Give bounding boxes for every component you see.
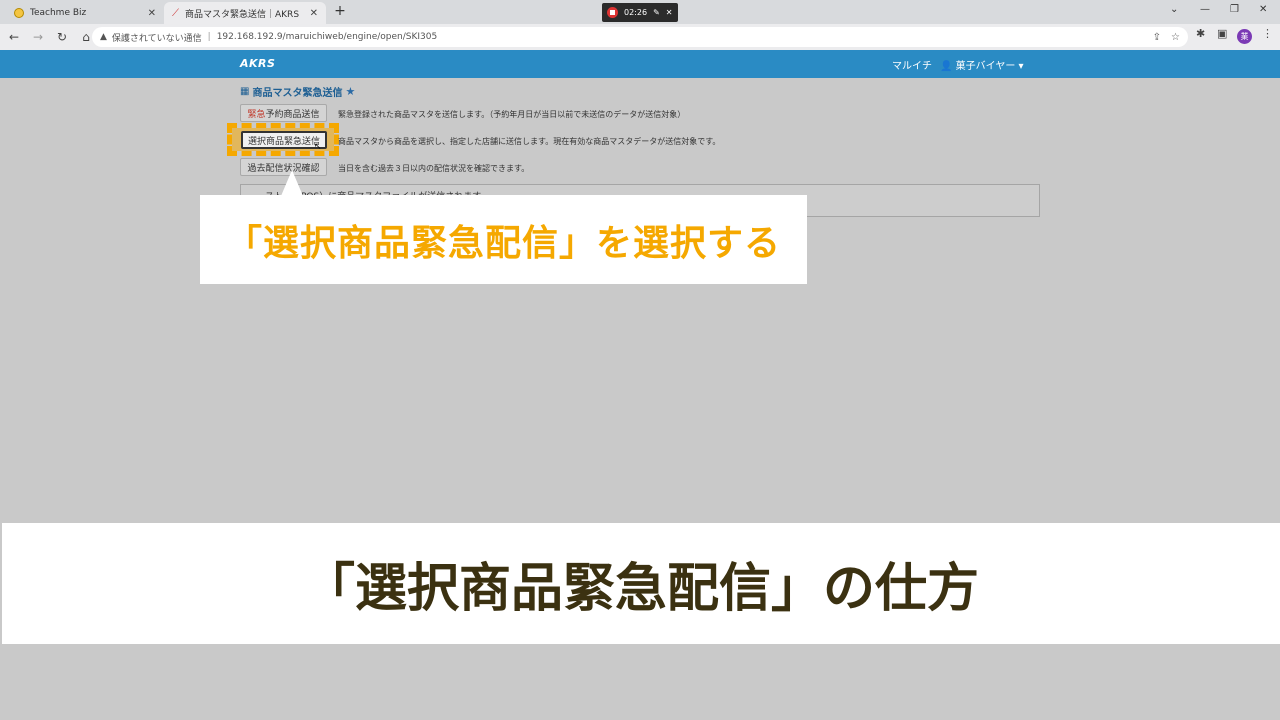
- url-text: 192.168.192.9/maruichiweb/engine/open/SK…: [216, 32, 438, 42]
- instruction-callout: 「選択商品緊急配信」を選択する: [200, 195, 807, 284]
- past-delivery-status-description: 当日を含む過去３日以内の配信状況を確認できます。: [338, 164, 530, 173]
- restore-icon[interactable]: ❐: [1230, 4, 1239, 15]
- favorite-star-icon[interactable]: ★: [345, 85, 355, 98]
- mouse-cursor-icon: ↖: [314, 142, 322, 152]
- new-tab-plus-icon[interactable]: +: [332, 4, 348, 20]
- teachme-favicon-icon: [14, 8, 24, 18]
- browser-toolbar: ← → ↻ ⌂ ▲ 保護されていない通信 | 192.168.192.9/mar…: [0, 24, 1280, 50]
- menu-kebab-icon[interactable]: ⋮: [1262, 27, 1273, 40]
- user-icon: 👤: [940, 61, 953, 72]
- close-icon[interactable]: ✕: [148, 8, 156, 19]
- app-header: AKRS マルイチ 👤 菓子バイヤー ▾: [0, 50, 1280, 78]
- user-name: 菓子バイヤー: [955, 61, 1016, 72]
- caption-text: 「選択商品緊急配信」の仕方: [302, 559, 979, 619]
- button-label: 予約商品送信: [265, 109, 320, 120]
- stop-record-icon[interactable]: [607, 7, 618, 18]
- close-icon[interactable]: ✕: [666, 8, 673, 17]
- selected-item-urgent-send-description: 商品マスタから商品を選択し、指定した店舗に送信します。現在有効な商品マスタデータ…: [338, 137, 721, 146]
- back-arrow-icon[interactable]: ←: [4, 30, 24, 44]
- urgent-reserved-send-button[interactable]: 緊急 予約商品送信: [240, 104, 327, 122]
- security-label: 保護されていない通信: [111, 33, 202, 44]
- urgent-reserved-send-description: 緊急登録された商品マスタを送信します。（予約年月日が当日以前で未送信のデータが送…: [338, 110, 686, 119]
- button-label-prefix: 緊急: [247, 109, 266, 120]
- tab-title: 商品マスタ緊急送信｜AKRS: [185, 9, 300, 20]
- close-icon[interactable]: ✕: [310, 8, 318, 19]
- recording-indicator: 02:26 ✎ ✕: [602, 3, 678, 22]
- user-dropdown[interactable]: 👤 菓子バイヤー ▾: [940, 57, 1024, 72]
- warning-icon[interactable]: ▲: [100, 32, 107, 42]
- profile-avatar[interactable]: 業: [1237, 29, 1252, 44]
- caret-down-icon: ▾: [1018, 61, 1024, 72]
- forward-arrow-icon[interactable]: →: [28, 30, 48, 44]
- page-title: ▦ 商品マスタ緊急送信 ★: [240, 84, 355, 99]
- bookmark-star-icon[interactable]: ☆: [1171, 32, 1180, 43]
- browser-tab-akrs[interactable]: ⟋ 商品マスタ緊急送信｜AKRS ✕: [164, 2, 326, 24]
- side-panel-icon[interactable]: ▣: [1217, 27, 1227, 40]
- reload-icon[interactable]: ↻: [52, 30, 72, 44]
- tutorial-caption: 「選択商品緊急配信」の仕方: [2, 523, 1280, 644]
- button-label: 商品緊急送信: [266, 136, 321, 147]
- page-title-text: 商品マスタ緊急送信: [252, 88, 343, 99]
- close-window-icon[interactable]: ✕: [1259, 4, 1267, 15]
- minimize-icon[interactable]: —: [1200, 4, 1210, 15]
- browser-tabstrip: Teachme Biz ✕ ⟋ 商品マスタ緊急送信｜AKRS ✕ + 02:26…: [0, 0, 1280, 24]
- chevron-down-icon[interactable]: ⌄: [1170, 4, 1178, 15]
- address-bar[interactable]: ▲ 保護されていない通信 | 192.168.192.9/maruichiweb…: [92, 27, 1188, 47]
- extensions-puzzle-icon[interactable]: ✱: [1196, 27, 1205, 40]
- tab-title: Teachme Biz: [30, 8, 87, 18]
- company-name: マルイチ: [892, 61, 932, 72]
- divider: |: [207, 32, 211, 42]
- user-menu[interactable]: マルイチ 👤 菓子バイヤー ▾: [892, 57, 1024, 72]
- grid-icon: ▦: [240, 86, 250, 97]
- edit-icon[interactable]: ✎: [653, 8, 660, 17]
- brand-logo[interactable]: AKRS: [240, 57, 275, 70]
- share-icon[interactable]: ⇪: [1153, 32, 1161, 43]
- akrs-favicon-icon: ⟋: [172, 8, 179, 19]
- recording-time: 02:26: [624, 8, 648, 17]
- browser-tab-teachme[interactable]: Teachme Biz ✕: [6, 2, 164, 24]
- callout-pointer: [281, 170, 303, 196]
- instruction-text: 「選択商品緊急配信」を選択する: [225, 222, 781, 264]
- button-label-prefix: 選択: [247, 136, 266, 147]
